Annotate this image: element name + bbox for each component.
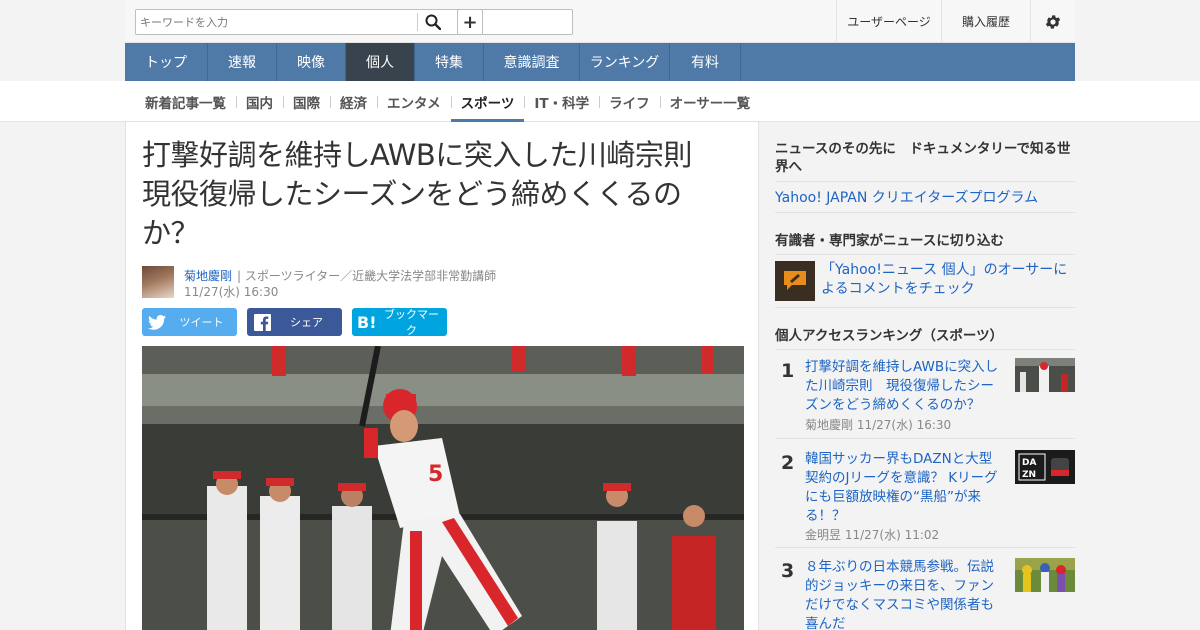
top-links: ユーザーページ 購入履歴 — [836, 0, 1075, 43]
twitter-icon — [148, 314, 166, 330]
subnav-economy[interactable]: 経済 — [330, 81, 377, 122]
nav-tab-paid[interactable]: 有料 — [670, 43, 741, 81]
svg-text:5: 5 — [428, 462, 443, 487]
ranking-date: 11/27(水) 16:30 — [856, 418, 952, 432]
hatena-bookmark-icon: B! — [357, 314, 377, 330]
nav-tab-individual[interactable]: 個人 — [346, 43, 415, 81]
add-button[interactable]: + — [457, 9, 483, 35]
creators-program-link[interactable]: Yahoo! JAPAN クリエイターズプログラム — [775, 187, 1038, 207]
ranking-number: 2 — [781, 452, 795, 474]
sub-nav: 新着記事一覧 国内 国際 経済 エンタメ スポーツ IT・科学 ライフ オーサー… — [0, 81, 1200, 122]
divider — [775, 547, 1075, 548]
ranking-date: 11/27(水) 11:02 — [844, 528, 940, 542]
facebook-icon — [253, 313, 271, 331]
documentary-heading: ニュースのその先に ドキュメンタリーで知る世界へ — [775, 141, 1071, 175]
twitter-share-button[interactable]: ツイート — [142, 308, 237, 336]
subnav-entertainment[interactable]: エンタメ — [377, 81, 451, 122]
top-bar: + ユーザーページ 購入履歴 — [125, 0, 1075, 43]
divider — [775, 349, 1075, 350]
gear-icon — [1045, 14, 1061, 29]
ranking-author: 金明昱 — [805, 528, 842, 542]
nav-tab-survey[interactable]: 意識調査 — [484, 43, 580, 81]
ranking-meta: 菊地慶剛 11/27(水) 16:30 — [805, 416, 951, 433]
subnav-world[interactable]: 国際 — [283, 81, 330, 122]
subnav-sports[interactable]: スポーツ — [450, 81, 525, 122]
divider — [775, 254, 1075, 255]
ranking-item[interactable]: 2 韓国サッカー界もDAZNと大型契約のJリーグを意識？ Kリーグにも巨額放映権… — [775, 450, 1075, 543]
author-description: | スポーツライター／近畿大学法学部非常勤講師 — [237, 269, 497, 283]
nav-tab-breaking[interactable]: 速報 — [208, 43, 277, 81]
ranking-title[interactable]: 打撃好調を維持しAWBに突入した川崎宗則 現役復帰したシーズンをどう締めくくるの… — [805, 358, 1005, 415]
nav-tab-features[interactable]: 特集 — [415, 43, 484, 81]
search-box — [135, 9, 573, 35]
subnav-it-science[interactable]: IT・科学 — [524, 81, 599, 122]
search-button[interactable] — [418, 10, 448, 34]
nav-tab-top[interactable]: トップ — [125, 43, 208, 81]
subnav-life[interactable]: ライフ — [599, 81, 660, 122]
search-icon — [425, 14, 441, 30]
ranking-thumbnail[interactable] — [1015, 558, 1075, 592]
main-nav: トップ 速報 映像 個人 特集 意識調査 ランキング 有料 — [125, 43, 1075, 81]
user-page-link[interactable]: ユーザーページ — [836, 0, 941, 43]
expert-comment-thumbnail[interactable] — [775, 261, 815, 301]
purchase-history-link[interactable]: 購入履歴 — [941, 0, 1030, 43]
svg-text:ZN: ZN — [1022, 470, 1036, 480]
article-title: 打撃好調を維持しAWBに突入した川崎宗則 現役復帰したシーズンをどう締めくくるの… — [142, 138, 721, 250]
facebook-share-button[interactable]: シェア — [247, 308, 342, 336]
ranking-number: 3 — [781, 560, 795, 582]
expert-comment-link[interactable]: 「Yahoo!ニュース 個人」のオーサーによるコメントをチェック — [821, 261, 1075, 299]
ranking-heading: 個人アクセスランキング（スポーツ） — [775, 328, 1004, 344]
ranking-title[interactable]: ８年ぶりの日本競馬参戦。伝説的ジョッキーの来日を、ファンだけでなくマスコミや関係… — [805, 558, 1005, 630]
settings-button[interactable] — [1030, 0, 1075, 43]
ranking-thumbnail[interactable] — [1015, 358, 1075, 392]
twitter-share-label: ツイート — [179, 316, 224, 329]
divider — [775, 438, 1075, 439]
author-avatar[interactable] — [142, 266, 174, 298]
subnav-latest[interactable]: 新着記事一覧 — [135, 81, 236, 122]
nav-tab-video[interactable]: 映像 — [277, 43, 346, 81]
ranking-number: 1 — [781, 360, 795, 382]
expert-heading: 有識者・専門家がニュースに切り込む — [775, 233, 1004, 249]
subnav-domestic[interactable]: 国内 — [236, 81, 283, 122]
comment-pen-icon — [784, 271, 806, 290]
hatena-bookmark-label: ブックマーク — [384, 308, 439, 337]
divider — [775, 181, 1075, 182]
hatena-bookmark-button[interactable]: B! ブックマーク — [352, 308, 447, 337]
plus-icon: + — [462, 11, 478, 33]
article-date: 11/27(水) 16:30 — [184, 285, 279, 299]
ranking-author: 菊地慶剛 — [805, 418, 854, 432]
ranking-meta: 金明昱 11/27(水) 11:02 — [805, 526, 939, 543]
ranking-item[interactable]: 3 ８年ぶりの日本競馬参戦。伝説的ジョッキーの来日を、ファンだけでなくマスコミや… — [775, 558, 1075, 630]
ranking-item[interactable]: 1 打撃好調を維持しAWBに突入した川崎宗則 現役復帰したシーズンをどう締めくく… — [775, 358, 1075, 438]
ranking-thumbnail[interactable]: DA ZN — [1015, 450, 1075, 484]
svg-text:B!: B! — [357, 314, 377, 330]
author-name[interactable]: 菊地慶剛 — [184, 267, 232, 284]
search-input[interactable] — [136, 10, 416, 34]
ranking-title[interactable]: 韓国サッカー界もDAZNと大型契約のJリーグを意識？ Kリーグにも巨額放映権の“… — [805, 450, 1005, 526]
subnav-authors[interactable]: オーサー一覧 — [659, 81, 761, 122]
nav-tab-ranking[interactable]: ランキング — [580, 43, 670, 81]
divider — [775, 307, 1075, 308]
svg-text:DA: DA — [1022, 458, 1036, 468]
divider — [775, 212, 1075, 213]
article-photo: 5 — [142, 346, 744, 630]
article: 打撃好調を維持しAWBに突入した川崎宗則 現役復帰したシーズンをどう締めくくるの… — [125, 122, 759, 630]
facebook-share-label: シェア — [290, 316, 323, 329]
